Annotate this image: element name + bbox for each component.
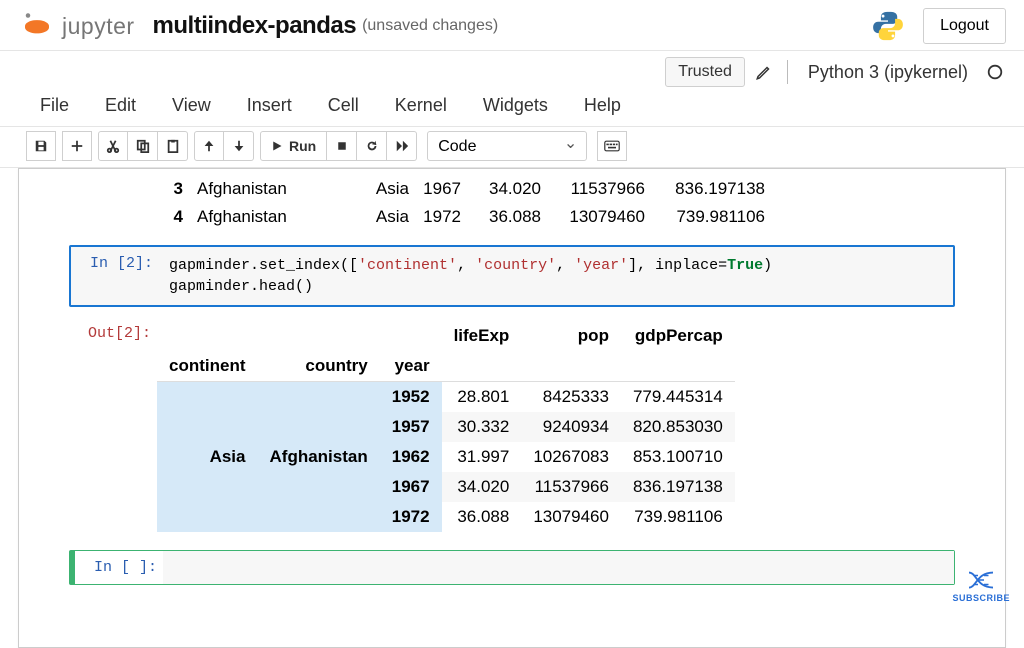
paste-button[interactable] [158,131,188,161]
col-header: lifeExp [442,321,522,351]
cell: Asia [351,179,415,199]
separator [787,60,788,84]
cell: 820.853030 [621,412,735,442]
cell: 779.445314 [621,382,735,413]
move-down-button[interactable] [224,131,254,161]
dna-icon [966,569,996,591]
menu-file[interactable]: File [40,95,69,116]
brand-text: jupyter [62,13,135,40]
code-editor[interactable]: gapminder.set_index(['continent', 'count… [159,247,953,305]
code-editor[interactable] [163,551,954,584]
prev-output-peek: 3 Afghanistan Asia 1967 34.020 11537966 … [165,175,955,231]
input-prompt: In [2]: [71,247,159,305]
planet-icon [22,11,52,41]
menu-view[interactable]: View [172,95,211,116]
dataframe-output: lifeExp pop gdpPercap continent country … [157,321,735,532]
index-name: year [380,351,442,382]
cell: Asia [351,207,415,227]
notebook-title[interactable]: multiindex-pandas [153,12,357,40]
index-name: continent [157,351,258,382]
menu-help[interactable]: Help [584,95,621,116]
logout-button[interactable]: Logout [923,8,1006,44]
index-cell: 1957 [380,412,442,442]
menu-widgets[interactable]: Widgets [483,95,548,116]
input-prompt: In [ ]: [75,551,163,584]
cell: 36.088 [442,502,522,532]
index-cell: 1962 [380,442,442,472]
notebook-container: 3 Afghanistan Asia 1967 34.020 11537966 … [18,168,1006,648]
run-button[interactable]: Run [260,131,327,161]
command-palette-button[interactable] [597,131,627,161]
insert-cell-button[interactable] [62,131,92,161]
menu-bar: File Edit View Insert Cell Kernel Widget… [0,87,1024,126]
cell: 28.801 [442,382,522,413]
index-cell: 1972 [380,502,442,532]
cell: 13079460 [551,207,655,227]
menu-cell[interactable]: Cell [328,95,359,116]
restart-button[interactable] [357,131,387,161]
output-area: Out[2]: lifeExp pop gdpPercap continent [69,317,955,532]
col-header: gdpPercap [621,321,735,351]
cell: 836.197138 [621,472,735,502]
pencil-icon[interactable] [755,63,773,81]
kernel-name[interactable]: Python 3 (ipykernel) [808,62,968,83]
copy-button[interactable] [128,131,158,161]
move-up-button[interactable] [194,131,224,161]
row-index: 4 [165,207,191,227]
cell: 9240934 [521,412,621,442]
cell: 836.197138 [655,179,775,199]
cell: 13079460 [521,502,621,532]
cell: 739.981106 [621,502,735,532]
menu-kernel[interactable]: Kernel [395,95,447,116]
cell: 31.997 [442,442,522,472]
cell: 11537966 [551,179,655,199]
output-prompt: Out[2]: [69,317,157,532]
jupyter-logo[interactable]: jupyter [22,11,135,41]
index-name: country [258,351,380,382]
kernel-status-row: Trusted Python 3 (ipykernel) [0,51,1024,87]
tool-bar: Run Code [0,126,1024,168]
code-cell-active[interactable]: In [2]: gapminder.set_index(['continent'… [69,245,955,307]
run-all-button[interactable] [387,131,417,161]
cell: 853.100710 [621,442,735,472]
interrupt-button[interactable] [327,131,357,161]
code-cell-empty[interactable]: In [ ]: [69,550,955,585]
cell: 36.088 [471,207,551,227]
cell: 1972 [415,207,471,227]
col-header: pop [521,321,621,351]
cell: 34.020 [442,472,522,502]
kernel-idle-icon [986,63,1004,81]
trusted-badge[interactable]: Trusted [665,57,745,87]
cell: 10267083 [521,442,621,472]
cell: Afghanistan [191,179,351,199]
subscribe-label: SUBSCRIBE [952,593,1010,603]
index-cell: 1952 [380,382,442,413]
cell: 30.332 [442,412,522,442]
menu-insert[interactable]: Insert [247,95,292,116]
table-row: Asia Afghanistan 1952 28.801 8425333 779… [157,382,735,413]
menu-edit[interactable]: Edit [105,95,136,116]
cell: 34.020 [471,179,551,199]
index-cell: 1967 [380,472,442,502]
unsaved-label: (unsaved changes) [362,17,498,35]
cell: 739.981106 [655,207,775,227]
cell: 11537966 [521,472,621,502]
cut-button[interactable] [98,131,128,161]
cell: 8425333 [521,382,621,413]
row-index: 3 [165,179,191,199]
cell-type-select[interactable]: Code [427,131,587,161]
index-cell: Asia [157,382,258,533]
cell: 1967 [415,179,471,199]
subscribe-watermark[interactable]: SUBSCRIBE [952,569,1010,603]
index-cell: Afghanistan [258,382,380,533]
run-label: Run [289,138,316,154]
table-row: 4 Afghanistan Asia 1972 36.088 13079460 … [165,203,955,231]
save-button[interactable] [26,131,56,161]
header-bar: jupyter multiindex-pandas (unsaved chang… [0,0,1024,51]
cell: Afghanistan [191,207,351,227]
table-row: 3 Afghanistan Asia 1967 34.020 11537966 … [165,175,955,203]
python-icon [871,9,905,43]
